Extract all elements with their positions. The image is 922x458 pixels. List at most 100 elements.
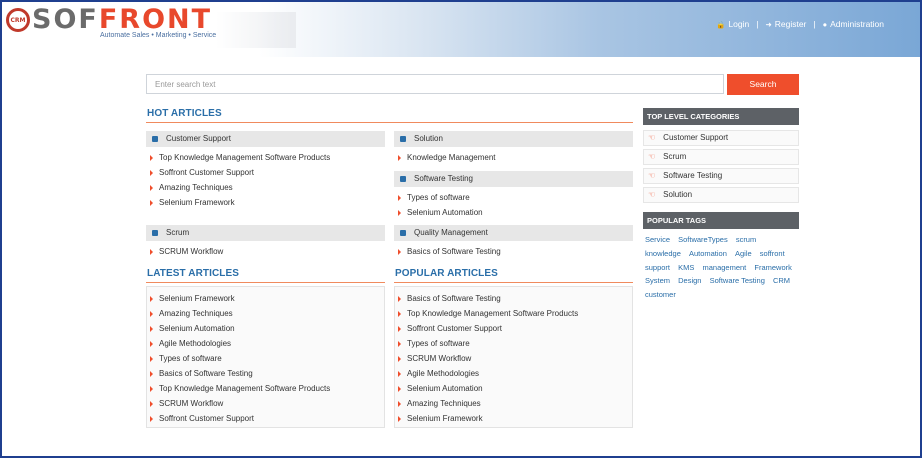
sidebar-category-label: Scrum (663, 152, 687, 161)
article-title: Selenium Automation (407, 208, 483, 217)
article-link[interactable]: Agile Methodologies (150, 336, 383, 351)
caret-right-icon (150, 199, 153, 206)
article-link[interactable]: Selenium Automation (398, 381, 631, 396)
category-solution[interactable]: Solution (394, 131, 633, 147)
lock-icon: 🔒 (716, 19, 726, 29)
sidebar-category-label: Customer Support (663, 133, 729, 142)
crm-badge-text: CRM (10, 16, 26, 24)
article-link[interactable]: Soffront Customer Support (150, 411, 383, 426)
article-link[interactable]: SCRUM Workflow (398, 351, 631, 366)
article-title: Selenium Framework (159, 294, 235, 303)
tag-link[interactable]: CRM (773, 274, 790, 288)
article-title: Agile Methodologies (159, 339, 232, 348)
article-link[interactable]: Selenium Framework (150, 195, 385, 210)
book-icon (152, 230, 158, 236)
tag-link[interactable]: knowledge (645, 247, 681, 261)
top-level-categories-header: TOP LEVEL CATEGORIES (643, 108, 799, 125)
caret-right-icon (398, 209, 401, 216)
logo-part-2: FRONT (98, 4, 213, 35)
article-link[interactable]: Top Knowledge Management Software Produc… (150, 381, 383, 396)
customer-support-articles: Top Knowledge Management Software Produc… (150, 150, 385, 210)
article-link[interactable]: Selenium Automation (398, 205, 633, 220)
article-link[interactable]: Amazing Techniques (150, 306, 383, 321)
article-link[interactable]: Top Knowledge Management Software Produc… (398, 306, 631, 321)
caret-right-icon (398, 385, 401, 392)
tag-link[interactable]: Design (678, 274, 701, 288)
crm-badge-icon: CRM (6, 8, 30, 32)
caret-right-icon (150, 295, 153, 302)
caret-right-icon (150, 154, 153, 161)
search-button[interactable]: Search (727, 74, 799, 95)
caret-right-icon (398, 325, 401, 332)
article-link[interactable]: SCRUM Workflow (150, 396, 383, 411)
register-link[interactable]: ➜ Register (765, 19, 806, 29)
book-icon (400, 230, 406, 236)
tag-link[interactable]: KMS (678, 261, 694, 275)
tag-link[interactable]: Automation (689, 247, 727, 261)
latest-articles-rule (146, 282, 385, 283)
category-software-testing[interactable]: Software Testing (394, 171, 633, 187)
article-title: Amazing Techniques (407, 399, 481, 408)
book-icon (400, 176, 406, 182)
hot-articles-rule (146, 122, 633, 123)
category-customer-support[interactable]: Customer Support (146, 131, 385, 147)
tag-link[interactable]: Framework (754, 261, 792, 275)
sidebar-category-solution[interactable]: ☜ Solution (643, 187, 799, 203)
article-link[interactable]: Selenium Automation (150, 321, 383, 336)
caret-right-icon (150, 248, 153, 255)
tag-link[interactable]: Software Testing (710, 274, 765, 288)
category-label: Quality Management (414, 228, 488, 237)
article-title: Soffront Customer Support (159, 168, 255, 177)
article-link[interactable]: Knowledge Management (398, 150, 633, 165)
caret-right-icon (398, 295, 401, 302)
article-link[interactable]: Amazing Techniques (150, 180, 385, 195)
login-link[interactable]: 🔒 Login (716, 19, 749, 29)
tag-link[interactable]: customer (645, 288, 676, 302)
caret-right-icon (398, 355, 401, 362)
article-title: Agile Methodologies (407, 369, 480, 378)
article-link[interactable]: Selenium Framework (398, 411, 631, 426)
tag-link[interactable]: management (702, 261, 746, 275)
sidebar-category-customer-support[interactable]: ☜ Customer Support (643, 130, 799, 146)
tag-link[interactable]: scrum (736, 233, 756, 247)
popular-tags-cloud: Service SoftwareTypes scrum knowledge Au… (645, 233, 801, 302)
category-label: Software Testing (414, 174, 473, 183)
article-link[interactable]: Basics of Software Testing (398, 291, 631, 306)
article-link[interactable]: SCRUM Workflow (150, 244, 385, 259)
article-link[interactable]: Types of software (150, 351, 383, 366)
caret-right-icon (150, 415, 153, 422)
article-link[interactable]: Basics of Software Testing (398, 244, 633, 259)
article-title: Top Knowledge Management Software Produc… (159, 384, 331, 393)
logo-banner-fade (216, 12, 296, 48)
hand-pointer-icon: ☜ (648, 171, 656, 180)
category-scrum[interactable]: Scrum (146, 225, 385, 241)
article-link[interactable]: Types of software (398, 190, 633, 205)
tag-link[interactable]: support (645, 261, 670, 275)
article-link[interactable]: Types of software (398, 336, 631, 351)
register-label: Register (774, 19, 807, 29)
caret-right-icon (398, 310, 401, 317)
tag-link[interactable]: System (645, 274, 670, 288)
article-title: Amazing Techniques (159, 309, 233, 318)
article-title: SCRUM Workflow (159, 247, 224, 256)
article-link[interactable]: Amazing Techniques (398, 396, 631, 411)
soffront-logo[interactable]: CRM SOFFRONT Automate Sales • Marketing … (6, 4, 296, 52)
tag-link[interactable]: Agile (735, 247, 752, 261)
book-icon (152, 136, 158, 142)
article-link[interactable]: Soffront Customer Support (398, 321, 631, 336)
category-label: Solution (414, 134, 443, 143)
sidebar-category-software-testing[interactable]: ☜ Software Testing (643, 168, 799, 184)
caret-right-icon (150, 340, 153, 347)
tag-link[interactable]: Service (645, 233, 670, 247)
article-link[interactable]: Top Knowledge Management Software Produc… (150, 150, 385, 165)
tag-link[interactable]: SoftwareTypes (678, 233, 728, 247)
tag-link[interactable]: soffront (760, 247, 785, 261)
sidebar-category-scrum[interactable]: ☜ Scrum (643, 149, 799, 165)
article-link[interactable]: Selenium Framework (150, 291, 383, 306)
category-quality-management[interactable]: Quality Management (394, 225, 633, 241)
search-input[interactable] (146, 74, 724, 94)
article-link[interactable]: Agile Methodologies (398, 366, 631, 381)
administration-link[interactable]: ● Administration (823, 19, 884, 29)
article-link[interactable]: Basics of Software Testing (150, 366, 383, 381)
article-link[interactable]: Soffront Customer Support (150, 165, 385, 180)
